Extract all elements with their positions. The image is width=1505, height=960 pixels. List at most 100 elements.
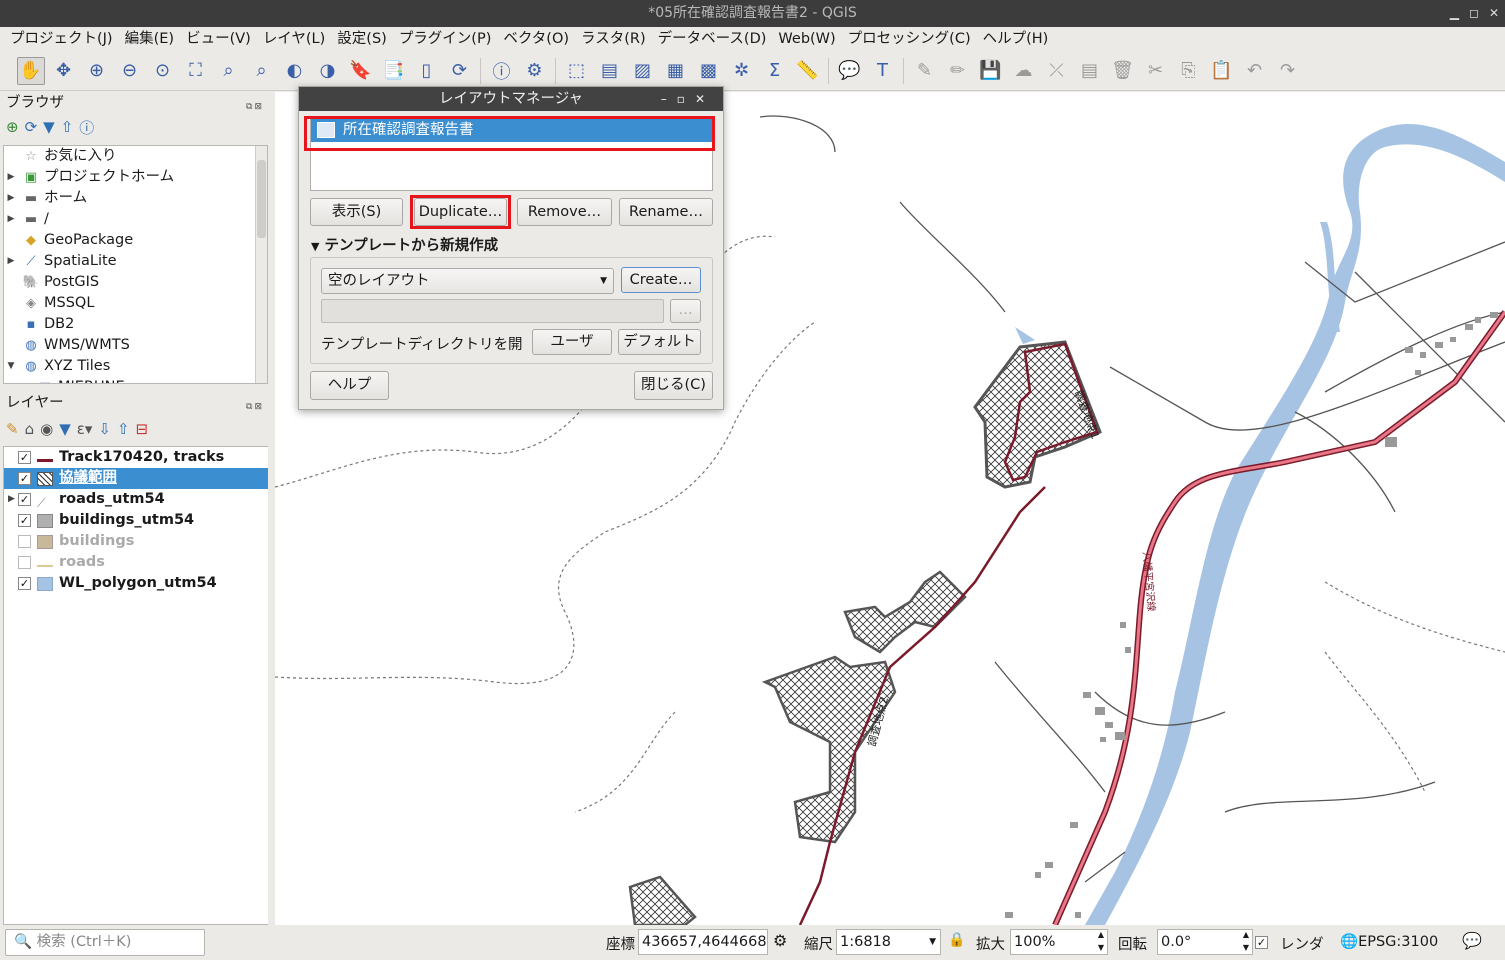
expand-arrow-icon[interactable]: ▶ xyxy=(8,489,15,510)
messages-icon[interactable]: 💬 xyxy=(1462,931,1482,950)
close-button[interactable]: 閉じる(C) xyxy=(634,371,713,400)
browse-button[interactable]: … xyxy=(670,299,701,323)
new-bookmark-icon[interactable]: 🔖 xyxy=(347,57,375,85)
browser-item[interactable]: ▶ ⟋ SpatiaLite xyxy=(4,251,267,272)
menu-item-6[interactable]: ベクタ(O) xyxy=(497,27,575,51)
layer-visibility-checkbox[interactable] xyxy=(18,556,31,569)
identify-icon[interactable]: ⓘ xyxy=(488,57,516,85)
menu-item-7[interactable]: ラスタ(R) xyxy=(575,27,652,51)
minimize-icon[interactable]: ▁ xyxy=(1450,0,1459,27)
crs-button[interactable]: 🌐EPSG:3100 xyxy=(1340,933,1438,950)
menu-item-3[interactable]: レイヤ(L) xyxy=(257,27,331,51)
zoom-to-layer-icon[interactable]: ⌕ xyxy=(248,57,276,85)
statistics-icon[interactable]: ✲ xyxy=(728,57,756,85)
modify-attributes-icon[interactable]: ▤ xyxy=(1076,57,1104,85)
add-group-icon[interactable]: ⌂ xyxy=(25,420,35,438)
render-checkbox[interactable]: ✓ xyxy=(1255,936,1268,949)
copy-icon[interactable]: ⎘ xyxy=(1175,57,1203,85)
remove-layer-icon[interactable]: ⊟ xyxy=(136,420,149,438)
show-bookmarks-icon[interactable]: 📑 xyxy=(380,57,408,85)
browser-item[interactable]: ◍ WMS/WMTS xyxy=(4,335,267,356)
browser-tree[interactable]: ☆ お気に入り ▶ ▣ プロジェクトホーム ▶ ▬ ホーム ▶ ▬ / ◆ GeoPackage ▶ ⟋ Sp… xyxy=(3,145,268,384)
delete-icon[interactable]: 🗑 xyxy=(1109,57,1137,85)
close-icon[interactable]: ✕ xyxy=(695,92,715,106)
template-select[interactable]: 空のレイアウト ▼ xyxy=(321,268,614,294)
rotation-field[interactable]: 0.0° ▲ ▼ xyxy=(1157,929,1253,955)
layer-visibility-checkbox[interactable] xyxy=(18,535,31,548)
new-map-view-icon[interactable]: ▯ xyxy=(413,57,441,85)
redo-icon[interactable]: ↷ xyxy=(1274,57,1302,85)
expand-all-icon[interactable]: ⇩ xyxy=(98,420,111,438)
coordinate-toggle-icon[interactable]: ⚙ xyxy=(773,931,787,950)
collapse-all-icon[interactable]: ⇧ xyxy=(61,118,74,136)
locator-search[interactable]: 🔍 検索 (Ctrl＋K) xyxy=(5,929,205,956)
undo-icon[interactable]: ↶ xyxy=(1241,57,1269,85)
create-button[interactable]: Create… xyxy=(621,267,701,293)
expand-arrow-icon[interactable]: ▶ xyxy=(4,209,18,230)
default-button[interactable]: デフォルト xyxy=(618,329,701,355)
add-feature-icon[interactable]: ☁ xyxy=(1010,57,1038,85)
expand-arrow-icon[interactable]: ▶ xyxy=(4,188,18,209)
map-tips-icon[interactable]: 💬 xyxy=(836,57,864,85)
help-button[interactable]: ヘルプ xyxy=(310,371,389,400)
expression-filter-icon[interactable]: ε▾ xyxy=(77,420,93,438)
panel-float-close-icon[interactable]: ⧉⊠ xyxy=(246,96,264,118)
rename-button[interactable]: Rename… xyxy=(619,198,713,226)
maximize-icon[interactable]: ▫ xyxy=(677,92,695,106)
layer-item[interactable]: buildings xyxy=(4,531,268,552)
zoom-in-icon[interactable]: ⊕ xyxy=(83,57,111,85)
browser-item[interactable]: ▦ MIERUNE xyxy=(4,377,267,383)
user-button[interactable]: ユーザ xyxy=(532,329,612,355)
attribute-table-icon[interactable]: ▦ xyxy=(662,57,690,85)
digitize-icon[interactable]: ✎ xyxy=(911,57,939,85)
show-button[interactable]: 表示(S) xyxy=(310,198,403,226)
layer-visibility-checkbox[interactable]: ✓ xyxy=(18,472,31,485)
browser-item[interactable]: ☆ お気に入り xyxy=(4,146,267,167)
paste-icon[interactable]: 📋 xyxy=(1208,57,1236,85)
browser-item[interactable]: ◈ MSSQL xyxy=(4,293,267,314)
menu-item-4[interactable]: 設定(S) xyxy=(331,27,393,51)
zoom-to-selection-icon[interactable]: ⌕ xyxy=(215,57,243,85)
menu-item-10[interactable]: プロセッシング(C) xyxy=(842,27,977,51)
field-calculator-icon[interactable]: ▩ xyxy=(695,57,723,85)
browser-item[interactable]: ▶ ▬ / xyxy=(4,209,267,230)
menu-item-1[interactable]: 編集(E) xyxy=(119,27,180,51)
pan-to-selection-icon[interactable]: ✥ xyxy=(50,57,78,85)
browser-item[interactable]: 🐘 PostGIS xyxy=(4,272,267,293)
select-by-value-icon[interactable]: ▤ xyxy=(596,57,624,85)
template-section-header[interactable]: ▼ テンプレートから新規作成 xyxy=(311,234,498,255)
layer-item[interactable]: ✓ 協議範囲 xyxy=(4,468,268,489)
browser-scrollbar[interactable] xyxy=(255,146,267,383)
coordinate-field[interactable]: 436657,4644668 xyxy=(638,929,768,955)
browser-item[interactable]: ▼ ◍ XYZ Tiles xyxy=(4,356,267,377)
node-tool-icon[interactable]: ⤫ xyxy=(1043,57,1071,85)
menu-item-8[interactable]: データベース(D) xyxy=(652,27,773,51)
menu-item-2[interactable]: ビュー(V) xyxy=(180,27,257,51)
zoom-last-icon[interactable]: ◐ xyxy=(281,57,309,85)
layer-visibility-checkbox[interactable]: ✓ xyxy=(18,451,31,464)
properties-icon[interactable]: ⓘ xyxy=(79,117,94,138)
layer-tree[interactable]: ✓ Track170420, tracks ✓ 協議範囲 ▶ ✓ ⟋ roads_utm54 ✓… xyxy=(3,446,268,925)
remove-button[interactable]: Remove… xyxy=(517,198,612,226)
browser-item[interactable]: ▪ DB2 xyxy=(4,314,267,335)
layer-item[interactable]: ✓ Track170420, tracks xyxy=(4,447,268,468)
cut-icon[interactable]: ✂ xyxy=(1142,57,1170,85)
zoom-next-icon[interactable]: ◑ xyxy=(314,57,342,85)
save-edits-icon[interactable]: 💾 xyxy=(977,57,1005,85)
collapse-all-icon[interactable]: ⇧ xyxy=(117,420,130,438)
layer-visibility-checkbox[interactable]: ✓ xyxy=(18,493,31,506)
style-icon[interactable]: ✎ xyxy=(6,420,19,438)
zoom-full-icon[interactable]: ⛶ xyxy=(182,57,210,85)
layer-item[interactable]: ▶ ✓ ⟋ roads_utm54 xyxy=(4,489,268,510)
expand-arrow-icon[interactable]: ▶ xyxy=(4,167,18,188)
measure-icon[interactable]: ⚙ xyxy=(521,57,549,85)
visibility-icon[interactable]: ◉ xyxy=(40,420,53,438)
layer-item[interactable]: ✓ buildings_utm54 xyxy=(4,510,268,531)
zoom-out-icon[interactable]: ⊖ xyxy=(116,57,144,85)
expanded-arrow-icon[interactable]: ▼ xyxy=(4,356,18,377)
menu-item-11[interactable]: ヘルプ(H) xyxy=(977,27,1055,51)
select-icon[interactable]: ⬚ xyxy=(563,57,591,85)
menu-item-0[interactable]: プロジェクト(J) xyxy=(4,27,119,51)
filter-legend-icon[interactable]: ▼ xyxy=(59,420,71,438)
refresh-icon[interactable]: ⟳ xyxy=(25,118,38,136)
